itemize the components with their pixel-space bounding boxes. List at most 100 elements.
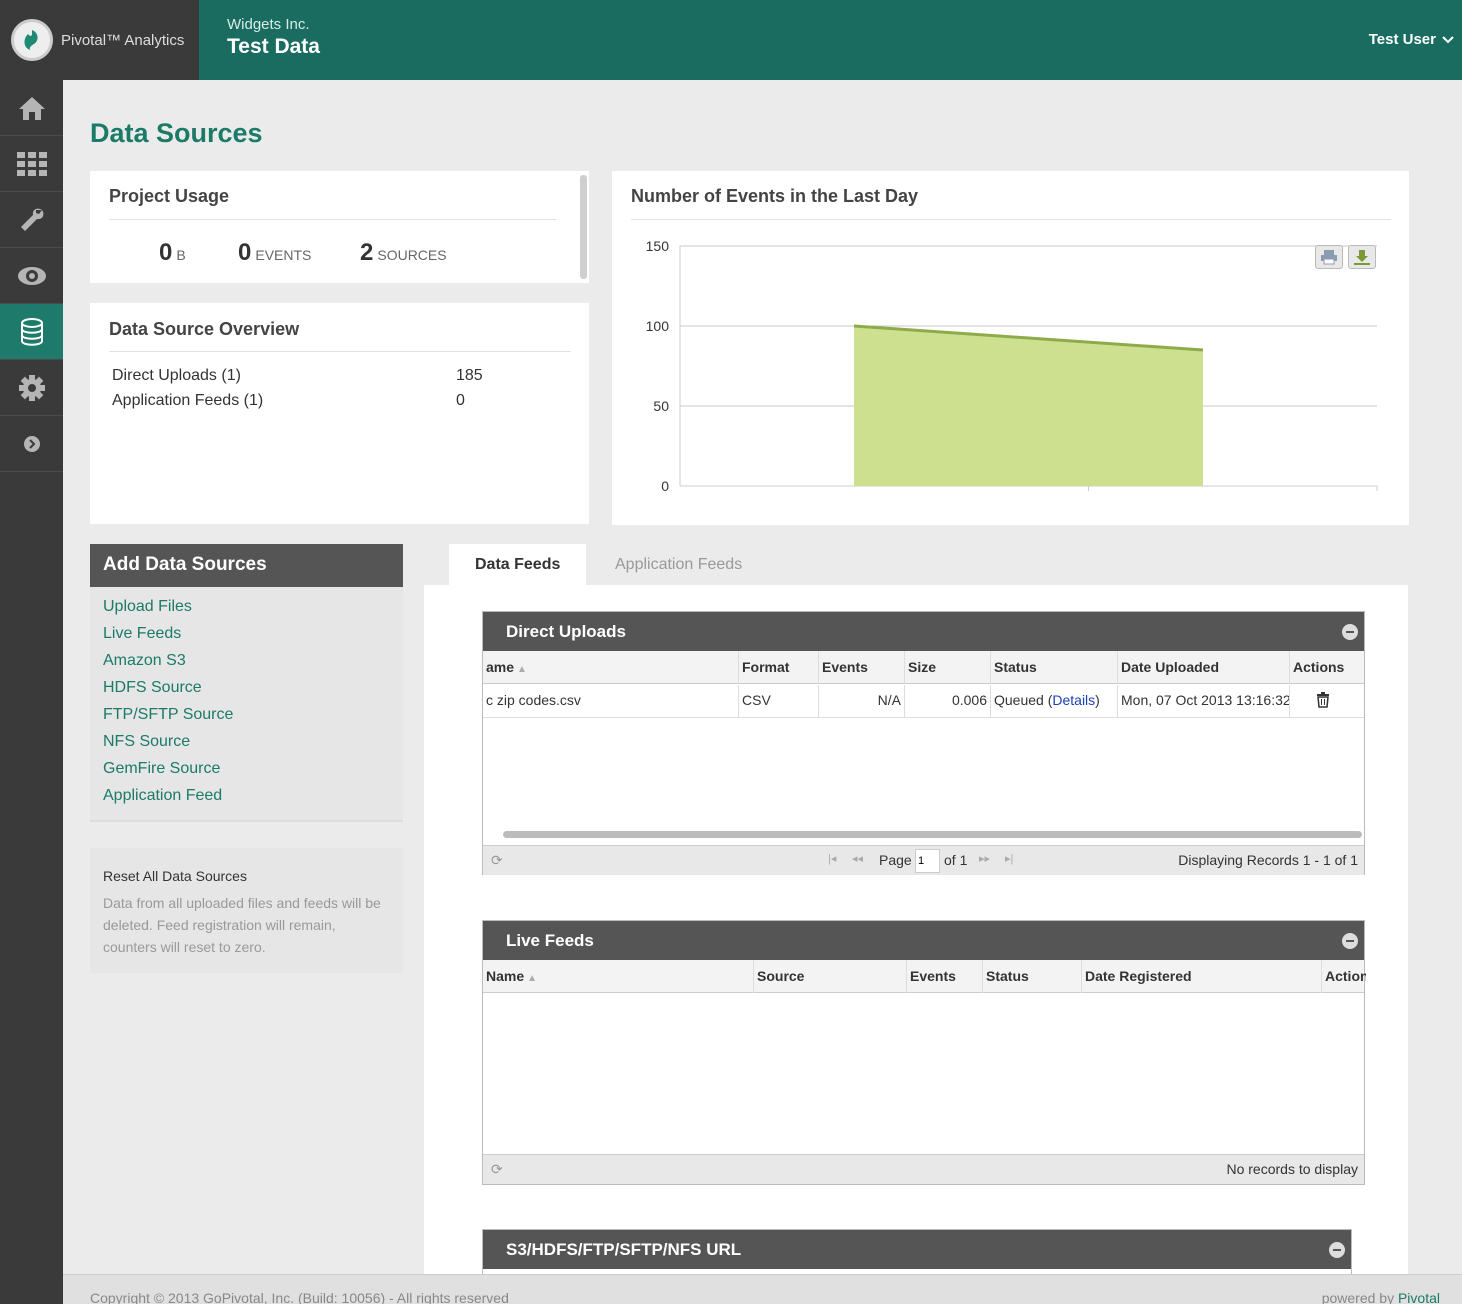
direct-uploads-header: Direct Uploads xyxy=(483,612,1364,651)
grid-icon xyxy=(16,151,47,176)
collapse-icon[interactable] xyxy=(1342,933,1358,949)
cell-events: N/A xyxy=(819,685,905,718)
overview-row-value: 0 xyxy=(456,392,465,409)
cell-date-uploaded: Mon, 07 Oct 2013 13:16:32 xyxy=(1118,685,1290,718)
sidebar-item-settings[interactable] xyxy=(0,360,63,416)
copyright: Copyright © 2013 GoPivotal, Inc. (Build:… xyxy=(90,1290,509,1304)
sidebar-expand-toggle[interactable] xyxy=(0,416,63,472)
trash-icon[interactable] xyxy=(1316,692,1330,708)
last-page-icon[interactable]: ▸| xyxy=(1005,852,1013,865)
column-header-source[interactable]: Source xyxy=(754,960,907,993)
tab-data-feeds[interactable]: Data Feeds xyxy=(449,544,587,586)
project-usage-card: Project Usage 0 B 0 EVENTS 2 SOURCES xyxy=(90,171,589,283)
details-link[interactable]: Details xyxy=(1052,692,1095,708)
powered-by: powered by Pivotal xyxy=(1321,1290,1440,1304)
refresh-icon[interactable]: ⟳ xyxy=(491,852,503,869)
events-chart-card: Number of Events in the Last Day 0 50 100 1… xyxy=(612,171,1409,525)
column-header-events[interactable]: Events xyxy=(907,960,983,993)
sort-icon: ▲ xyxy=(527,973,538,984)
usage-sources-unit: SOURCES xyxy=(377,247,447,263)
column-header-size[interactable]: Size xyxy=(905,651,991,684)
sidebar-item-home[interactable] xyxy=(0,80,63,136)
sidebar-item-tools[interactable] xyxy=(0,192,63,248)
top-bar: Pivotal™ Analytics Widgets Inc. Test Dat… xyxy=(0,0,1462,80)
column-header-row: ame ▲ Format Events Size Status Date Uplo… xyxy=(483,651,1364,684)
project-name: Test Data xyxy=(227,35,320,58)
reset-description: Data from all uploaded files and feeds w… xyxy=(103,895,381,955)
column-header-status[interactable]: Status xyxy=(983,960,1082,993)
link-amazon-s3[interactable]: Amazon S3 xyxy=(103,652,186,670)
column-header-name[interactable]: ame ▲ xyxy=(483,651,739,684)
sidebar-item-views[interactable] xyxy=(0,248,63,304)
database-icon xyxy=(20,317,43,346)
home-icon xyxy=(18,96,45,120)
column-header-date-uploaded[interactable]: Date Uploaded xyxy=(1118,651,1290,684)
page-count: of 1 xyxy=(944,852,968,868)
collapse-icon[interactable] xyxy=(1329,1242,1345,1258)
table-row[interactable]: c zip codes.csv CSV N/A 0.006 Queued (De… xyxy=(483,685,1364,718)
url-sources-header: S3/HDFS/FTP/SFTP/NFS URL xyxy=(483,1230,1351,1269)
download-icon xyxy=(1354,250,1370,265)
usage-scrollbar[interactable] xyxy=(580,175,587,279)
live-feeds-grid: Live Feeds Name ▲ Source Events Status Da… xyxy=(482,920,1366,1185)
y-tick-label: 100 xyxy=(646,318,670,334)
link-upload-files[interactable]: Upload Files xyxy=(103,598,192,616)
tab-application-feeds[interactable]: Application Feeds xyxy=(589,544,768,586)
overview-row-label: Application Feeds (1) xyxy=(112,392,264,409)
horizontal-scrollbar[interactable] xyxy=(503,831,1362,838)
user-menu[interactable]: Test User xyxy=(1369,31,1454,48)
refresh-icon[interactable]: ⟳ xyxy=(491,1161,503,1178)
link-nfs-source[interactable]: NFS Source xyxy=(103,733,190,751)
overview-row-label: Direct Uploads (1) xyxy=(112,367,241,384)
cell-name: c zip codes.csv xyxy=(483,685,739,718)
page-input[interactable] xyxy=(915,849,940,873)
events-chart: 0 50 100 150 xyxy=(646,238,1378,494)
live-feeds-header: Live Feeds xyxy=(483,921,1364,960)
tab-panel: Direct Uploads ame ▲ Format Events Size S… xyxy=(424,585,1408,1285)
y-tick-label: 150 xyxy=(646,238,670,254)
reset-data-sources-panel: Reset All Data Sources Data from all upl… xyxy=(90,848,403,973)
column-header-status[interactable]: Status xyxy=(991,651,1118,684)
next-page-icon[interactable]: ▸▸ xyxy=(979,852,990,865)
sidebar-item-apps[interactable] xyxy=(0,136,63,192)
column-header-name[interactable]: Name ▲ xyxy=(483,960,754,993)
chart-print-button[interactable] xyxy=(1315,245,1343,269)
link-ftp-sftp-source[interactable]: FTP/SFTP Source xyxy=(103,706,233,724)
column-header-actions[interactable]: Actions xyxy=(1290,651,1366,684)
prev-page-icon[interactable]: ◂◂ xyxy=(852,852,863,865)
project-usage-title: Project Usage xyxy=(109,186,230,206)
chart-download-button[interactable] xyxy=(1348,245,1376,269)
link-gemfire-source[interactable]: GemFire Source xyxy=(103,760,220,778)
logo-area[interactable]: Pivotal™ Analytics xyxy=(0,0,199,80)
reset-all-link[interactable]: Reset All Data Sources xyxy=(103,868,390,884)
first-page-icon[interactable]: |◂ xyxy=(828,852,836,865)
link-hdfs-source[interactable]: HDFS Source xyxy=(103,679,202,697)
link-live-feeds[interactable]: Live Feeds xyxy=(103,625,181,643)
column-header-date-registered[interactable]: Date Registered xyxy=(1082,960,1322,993)
printer-icon xyxy=(1321,250,1337,265)
usage-events-unit: EVENTS xyxy=(255,247,312,263)
usage-bytes: 0 B xyxy=(159,239,186,267)
cell-size: 0.006 xyxy=(905,685,991,718)
y-tick-label: 0 xyxy=(661,478,669,494)
live-feeds-title: Live Feeds xyxy=(506,931,594,950)
cell-format: CSV xyxy=(739,685,819,718)
column-header-format[interactable]: Format xyxy=(739,651,819,684)
link-application-feed[interactable]: Application Feed xyxy=(103,787,222,805)
user-name: Test User xyxy=(1368,31,1436,48)
wrench-icon xyxy=(20,208,43,231)
pivotal-link[interactable]: Pivotal xyxy=(1398,1290,1440,1304)
direct-uploads-grid: Direct Uploads ame ▲ Format Events Size S… xyxy=(482,611,1365,875)
org-name: Widgets Inc. xyxy=(227,16,310,33)
usage-bytes-value: 0 xyxy=(159,239,173,266)
page-title: Data Sources xyxy=(90,118,263,148)
sidebar-item-data-sources[interactable] xyxy=(0,304,63,360)
chevron-down-icon xyxy=(1442,35,1454,43)
collapse-icon[interactable] xyxy=(1342,624,1358,640)
direct-uploads-title: Direct Uploads xyxy=(506,622,626,641)
add-data-sources-header: Add Data Sources xyxy=(90,544,403,587)
records-display: Displaying Records 1 - 1 of 1 xyxy=(1178,852,1358,868)
pager: ⟳ No records to display xyxy=(483,1154,1364,1184)
column-header-action[interactable]: Action xyxy=(1322,960,1366,993)
column-header-events[interactable]: Events xyxy=(819,651,905,684)
